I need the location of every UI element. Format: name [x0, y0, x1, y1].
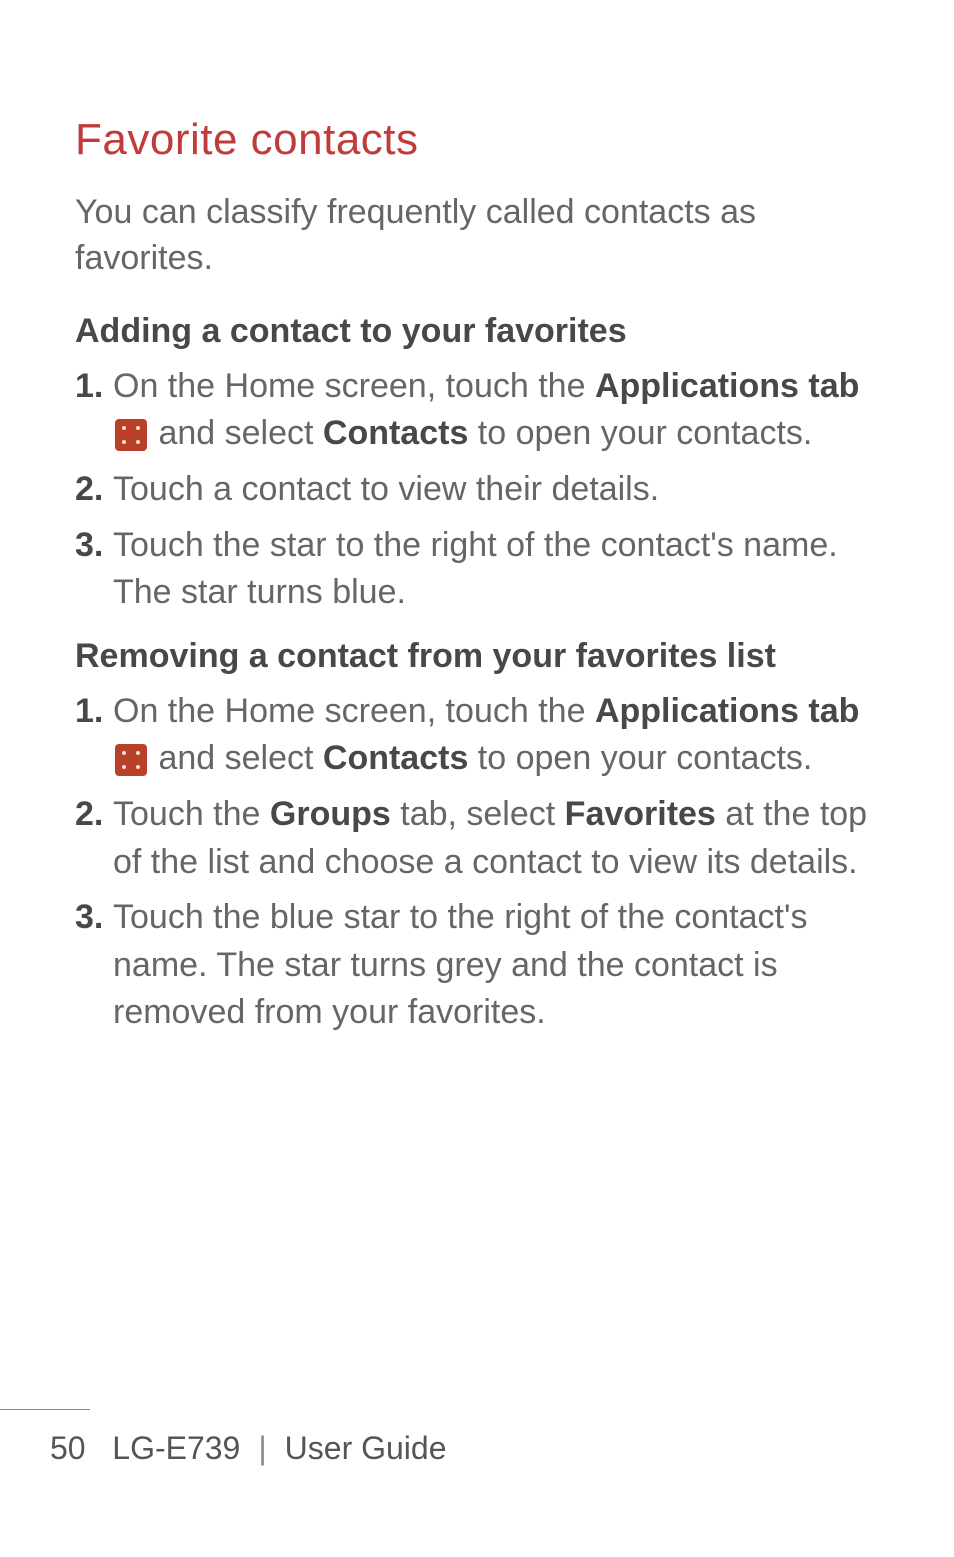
bold-term: Contacts [323, 414, 468, 452]
applications-tab-icon [115, 744, 147, 776]
removing-heading: Removing a contact from your favorites l… [75, 637, 879, 676]
page-number: 50 [50, 1430, 86, 1466]
applications-tab-icon [115, 419, 147, 451]
bold-term: Applications tab [595, 692, 859, 730]
footer-divider [0, 1409, 90, 1410]
text-fragment: tab, select [391, 795, 565, 833]
text-fragment: and select [149, 739, 323, 777]
text-fragment: On the Home screen, touch the [113, 692, 595, 730]
list-content: Touch the star to the right of the conta… [113, 522, 879, 617]
bold-term: Applications tab [595, 367, 859, 405]
list-number: 1. [75, 688, 113, 736]
list-item: 2. Touch a contact to view their details… [75, 466, 879, 514]
list-content: Touch the Groups tab, select Favorites a… [113, 791, 879, 886]
text-fragment: and select [149, 414, 323, 452]
list-item: 1. On the Home screen, touch the Applica… [75, 363, 879, 458]
page-footer: 50 LG-E739 | User Guide [0, 1409, 954, 1467]
text-fragment: to open your contacts. [468, 414, 812, 452]
footer-text: 50 LG-E739 | User Guide [0, 1430, 954, 1467]
text-fragment: Touch the [113, 795, 270, 833]
list-content: Touch a contact to view their details. [113, 466, 879, 514]
list-item: 2. Touch the Groups tab, select Favorite… [75, 791, 879, 886]
bold-term: Favorites [565, 795, 716, 833]
device-model: LG-E739 [112, 1430, 240, 1466]
list-number: 1. [75, 363, 113, 411]
guide-label: User Guide [285, 1430, 447, 1466]
text-fragment: On the Home screen, touch the [113, 367, 595, 405]
list-number: 3. [75, 522, 113, 570]
footer-separator: | [258, 1430, 266, 1467]
text-fragment: to open your contacts. [468, 739, 812, 777]
list-item: 3. Touch the star to the right of the co… [75, 522, 879, 617]
list-content: Touch the blue star to the right of the … [113, 894, 879, 1037]
adding-heading: Adding a contact to your favorites [75, 312, 879, 351]
list-item: 1. On the Home screen, touch the Applica… [75, 688, 879, 783]
intro-paragraph: You can classify frequently called conta… [75, 190, 879, 282]
list-number: 2. [75, 791, 113, 839]
list-number: 2. [75, 466, 113, 514]
bold-term: Contacts [323, 739, 468, 777]
bold-term: Groups [270, 795, 391, 833]
list-content: On the Home screen, touch the Applicatio… [113, 363, 879, 458]
list-content: On the Home screen, touch the Applicatio… [113, 688, 879, 783]
list-number: 3. [75, 894, 113, 942]
section-heading: Favorite contacts [75, 115, 879, 165]
list-item: 3. Touch the blue star to the right of t… [75, 894, 879, 1037]
